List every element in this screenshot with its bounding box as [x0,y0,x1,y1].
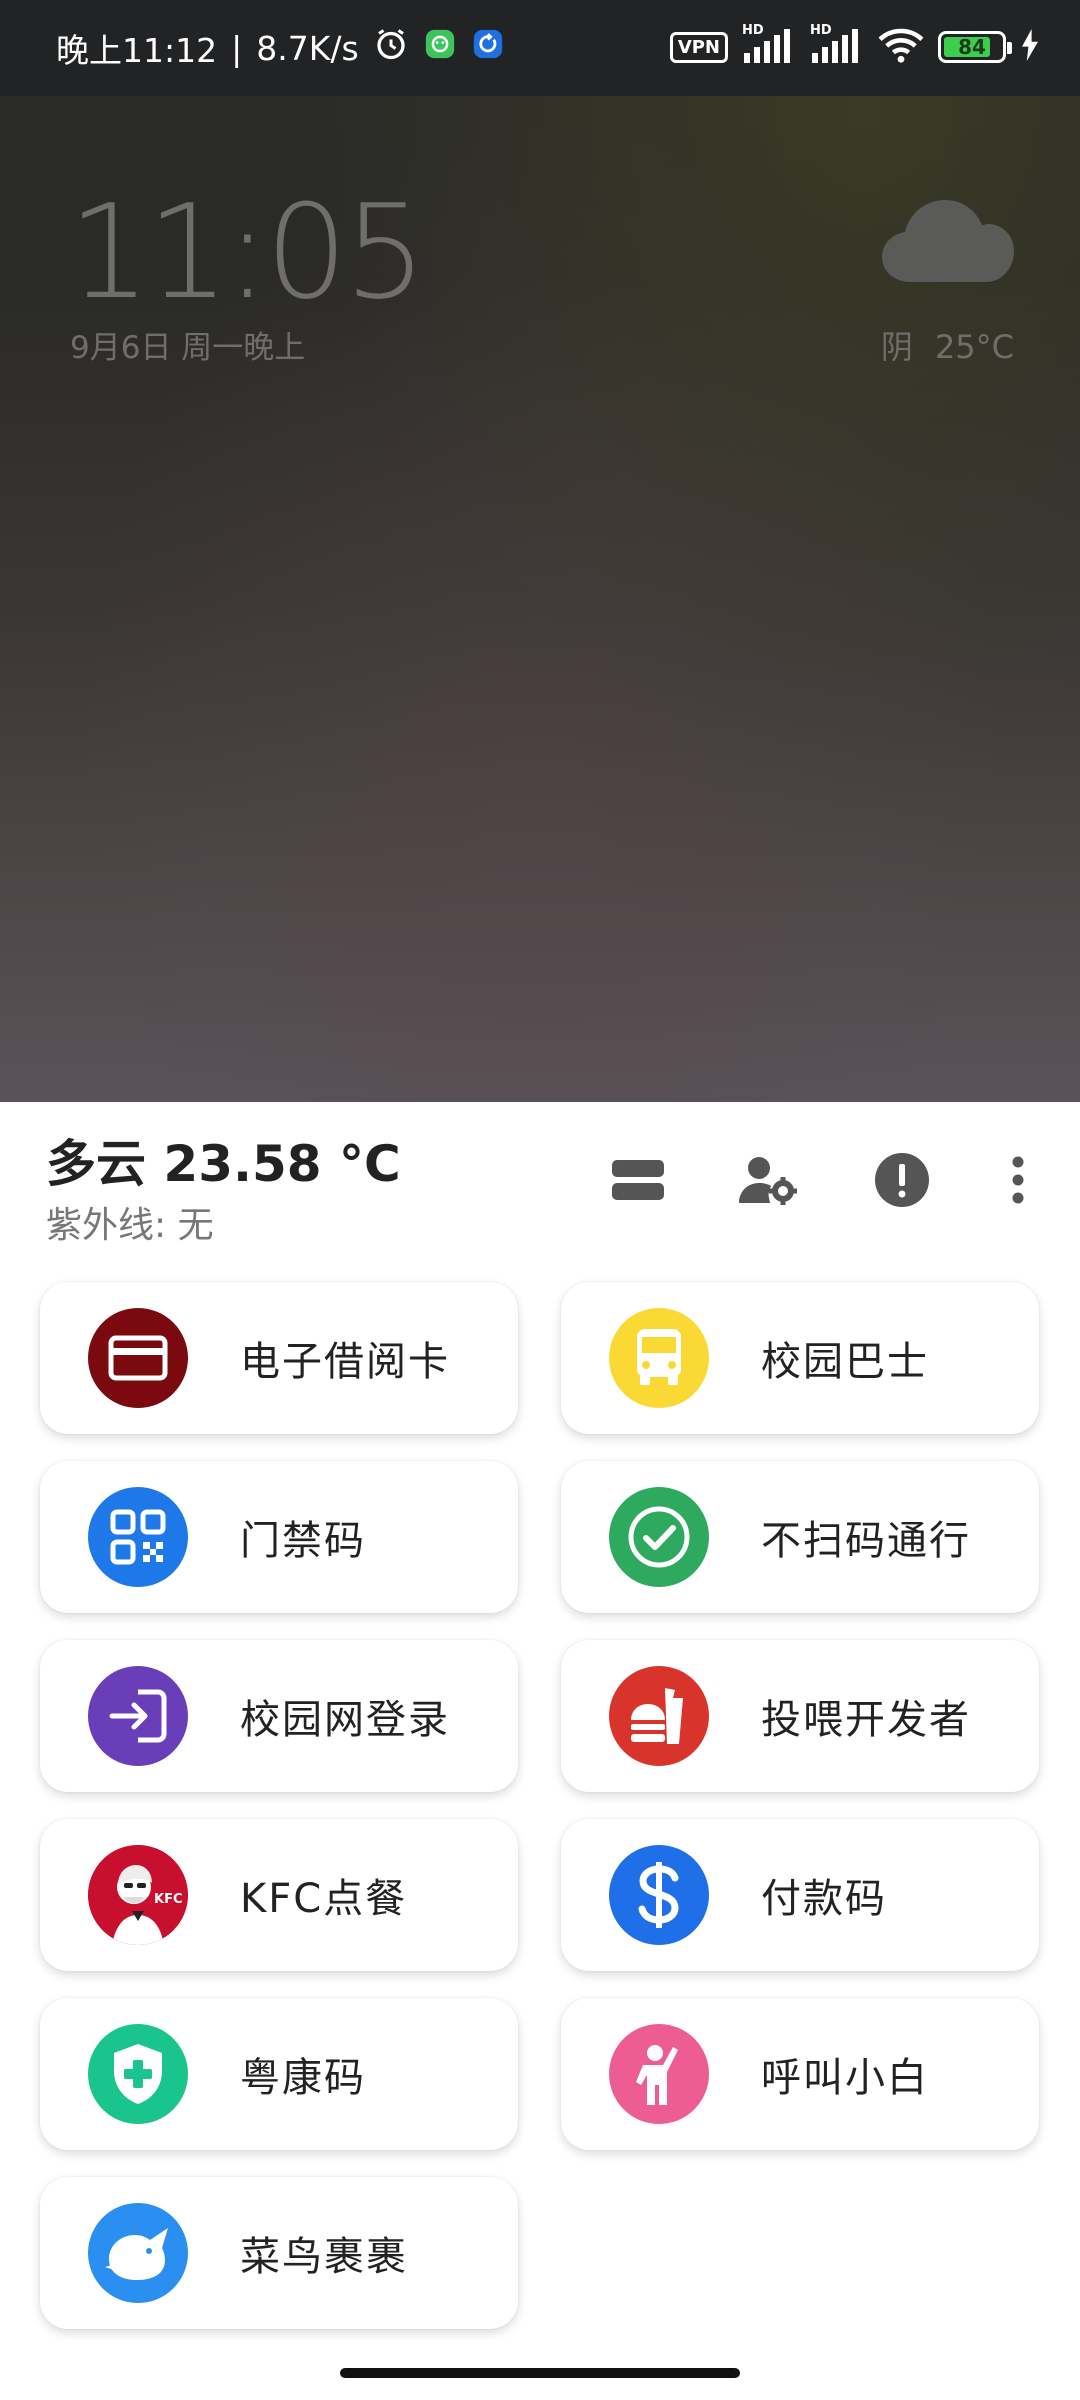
bus-icon [609,1308,709,1408]
wifi-icon [878,26,924,68]
tile-label: 呼叫小白 [761,2055,929,2101]
tile-campus-net-login[interactable]: 校园网登录 [40,1640,518,1792]
tile-library-card[interactable]: 电子借阅卡 [40,1282,518,1434]
cloud-icon [880,196,1016,290]
tile-access-code[interactable]: 门禁码 [40,1461,518,1613]
tile-label: KFC点餐 [240,1876,408,1922]
tile-no-scan-pass[interactable]: 不扫码通行 [561,1461,1039,1613]
alarm-icon [373,26,409,70]
status-bar: 晚上11:12 | 8.7K/s VPN HD HD 84 [0,0,1080,96]
lockscreen-weather-condition: 阴 [880,328,913,366]
tile-call-xiaobai[interactable]: 呼叫小白 [561,1998,1039,2150]
lockscreen-date: 9月6日 周一晚上 [70,330,306,366]
kfc-logo-icon: KFC [88,1845,188,1945]
tile-label: 粤康码 [240,2055,366,2101]
tile-label: 菜鸟裹裹 [240,2234,408,2280]
fastfood-icon [609,1666,709,1766]
lockscreen-wallpaper [0,0,1080,1102]
health-shield-icon [88,2024,188,2124]
charging-icon [1020,29,1040,65]
qr-code-icon [88,1487,188,1587]
cainiao-bird-icon [88,2203,188,2303]
lockscreen-weather: 阴 25°C [881,322,1014,368]
tile-label: 不扫码通行 [761,1518,971,1564]
network-speed: 8.7K/s [256,28,359,68]
battery-tip [1007,42,1012,54]
tile-label: 投喂开发者 [761,1697,971,1743]
sync-icon [471,27,505,69]
tile-cainiao[interactable]: 菜鸟裹裹 [40,2177,518,2329]
tile-label: 校园网登录 [240,1697,450,1743]
home-indicator[interactable] [340,2368,740,2378]
vpn-badge: VPN [669,31,728,63]
tile-label: 电子借阅卡 [240,1339,450,1385]
tile-label: 付款码 [761,1876,887,1922]
dollar-icon [609,1845,709,1945]
weather-summary: 多云 23.58 °C [46,1135,401,1193]
battery-percent: 84 [958,35,986,59]
person-wave-icon [609,2024,709,2124]
dns-icon[interactable] [608,1150,668,1210]
tile-payment-code[interactable]: 付款码 [561,1819,1039,1971]
tile-campus-bus[interactable]: 校园巴士 [561,1282,1039,1434]
svg-text:KFC: KFC [154,1892,183,1907]
signal-icon: HD [742,23,796,67]
lockscreen-clock: 11:05 [68,176,427,328]
signal-icon-2: HD [810,23,864,67]
tile-kfc-order[interactable]: KFC KFC点餐 [40,1819,518,1971]
tile-health-code[interactable]: 粤康码 [40,1998,518,2150]
android-notification-icon [423,27,457,69]
tile-label: 校园巴士 [761,1339,929,1385]
credit-card-icon [88,1308,188,1408]
login-icon [88,1666,188,1766]
tile-feed-developer[interactable]: 投喂开发者 [561,1640,1039,1792]
widget-panel: 多云 23.58 °C 紫外线: 无 电子借阅卡 校园巴士 门禁码 不扫码通行 [0,1102,1080,2400]
check-circle-icon [609,1487,709,1587]
status-separator: | [231,28,243,68]
uv-index: 紫外线: 无 [46,1205,214,1246]
status-time: 晚上11:12 [56,31,218,70]
lockscreen-weather-temp: 25°C [934,328,1014,366]
alert-icon[interactable] [872,1150,932,1210]
tile-label: 门禁码 [240,1518,366,1564]
more-vert-icon[interactable] [988,1150,1048,1210]
manage-account-icon[interactable] [738,1150,798,1210]
battery-icon: 84 [938,31,1012,63]
